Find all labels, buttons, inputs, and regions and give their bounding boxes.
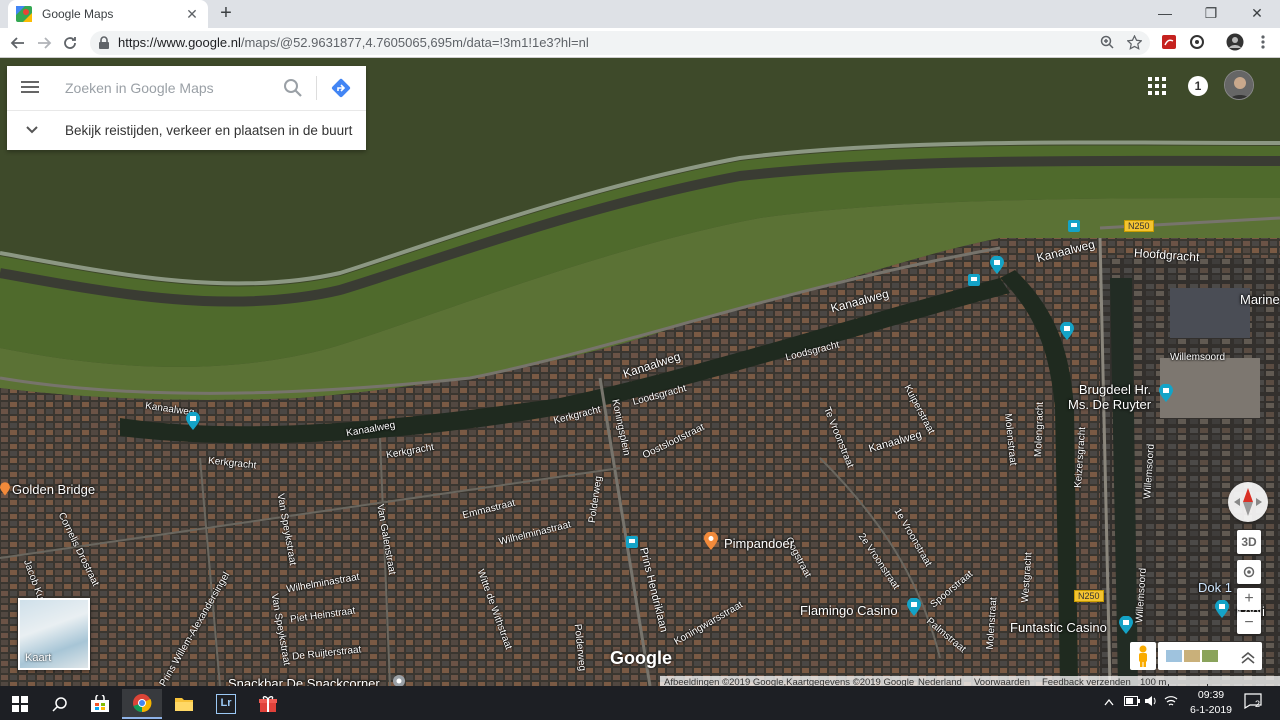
clock-date: 6-1-2019	[1189, 704, 1233, 716]
account-avatar[interactable]	[1224, 70, 1254, 100]
clock-time: 09:39	[1197, 689, 1225, 701]
zoom-in-button[interactable]: +	[1237, 588, 1261, 610]
chevron-down-icon	[26, 126, 38, 134]
pdf-extension-icon[interactable]	[1160, 34, 1178, 52]
casino-pin-icon[interactable]	[906, 598, 922, 616]
wifi-icon[interactable]	[1164, 695, 1178, 710]
browser-tab-bar: Google Maps ✕ + — ❐ ✕	[0, 0, 1280, 28]
extension-icon[interactable]	[1188, 34, 1206, 52]
poi-pin-icon[interactable]	[990, 256, 1004, 274]
road-shield-n250: N250	[1074, 590, 1104, 602]
country-link[interactable]: Nederland	[918, 677, 962, 686]
explore-nearby-label: Bekijk reistijden, verkeer en plaatsen i…	[65, 123, 353, 138]
road-shield-n250: N250	[1124, 220, 1154, 232]
window-minimize-button[interactable]: —	[1142, 0, 1188, 28]
zoom-out-button[interactable]: −	[1237, 612, 1261, 634]
poi-pin-icon[interactable]	[1060, 322, 1074, 340]
address-bar[interactable]: https://www.google.nl/maps/@52.9631877,4…	[90, 31, 1150, 55]
directions-icon[interactable]	[330, 77, 352, 99]
poi-pin-icon[interactable]	[186, 412, 200, 430]
poi-label-pimpandoer[interactable]: Pimpandoer	[724, 536, 794, 551]
search-input[interactable]	[65, 77, 275, 99]
chrome-menu-icon[interactable]	[1254, 34, 1272, 52]
food-pin-icon[interactable]	[704, 532, 718, 550]
browser-toolbar: https://www.google.nl/maps/@52.9631877,4…	[0, 28, 1280, 58]
tray-expand-icon[interactable]	[1104, 695, 1114, 709]
street-view-pegman[interactable]	[1130, 642, 1156, 670]
lightroom-label: Lr	[216, 694, 236, 714]
tab-close-icon[interactable]: ✕	[184, 6, 200, 23]
food-pin-icon[interactable]	[0, 480, 10, 498]
search-row	[7, 66, 366, 110]
gift-app-icon[interactable]	[248, 689, 288, 719]
feedback-link[interactable]: Feedback verzenden	[1042, 677, 1131, 686]
poi-pin-icon[interactable]	[1214, 600, 1230, 618]
url-text: https://www.google.nl/maps/@52.9631877,4…	[118, 35, 589, 50]
explore-nearby-row[interactable]: Bekijk reistijden, verkeer en plaatsen i…	[7, 110, 366, 150]
food-pin-icon[interactable]	[392, 674, 406, 686]
map-type-label: Kaart	[25, 652, 52, 664]
map-type-toggle[interactable]: Kaart	[18, 598, 90, 670]
bookmark-star-icon[interactable]	[1125, 34, 1143, 53]
scale-label: 100 m	[1140, 677, 1167, 686]
chrome-taskbar-icon[interactable]	[122, 689, 162, 719]
windows-start-icon[interactable]	[0, 689, 40, 719]
search-panel: Bekijk reistijden, verkeer en plaatsen i…	[7, 66, 366, 150]
poi-label-dok[interactable]: Dok 1	[1198, 580, 1232, 595]
search-icon[interactable]	[283, 78, 303, 98]
tab-title: Google Maps	[42, 7, 114, 21]
back-arrow-icon[interactable]	[6, 31, 30, 55]
street-label: Molengracht	[1033, 401, 1046, 458]
search-divider	[316, 76, 317, 100]
map-viewport[interactable]: Bekijk reistijden, verkeer en plaatsen i…	[0, 58, 1280, 686]
my-location-button[interactable]	[1237, 560, 1261, 584]
compass-icon[interactable]	[1228, 482, 1268, 522]
bus-stop-icon[interactable]	[968, 274, 980, 286]
profile-avatar-icon[interactable]	[1226, 33, 1244, 51]
volume-icon[interactable]	[1144, 695, 1158, 710]
google-logo: Google	[610, 648, 672, 668]
battery-icon[interactable]	[1124, 695, 1140, 709]
my-location-icon	[1243, 566, 1255, 578]
bus-stop-icon[interactable]	[626, 536, 638, 548]
pegman-icon	[1139, 645, 1147, 667]
bus-stop-icon[interactable]	[1068, 220, 1080, 232]
google-maps-favicon-icon	[16, 6, 32, 22]
file-explorer-icon[interactable]	[164, 689, 204, 719]
zoom-icon[interactable]	[1098, 35, 1116, 53]
search-icon[interactable]	[40, 689, 80, 719]
street-label: Willemsoord	[1170, 352, 1226, 363]
window-close-button[interactable]: ✕	[1234, 0, 1280, 28]
casino-pin-icon[interactable]	[1118, 616, 1134, 634]
terms-link[interactable]: Voorwaarden	[974, 677, 1030, 686]
poi-label-brugdeel[interactable]: Brugdeel Hr. Ms. De Ruyter	[1068, 382, 1151, 412]
poi-label-flamingo[interactable]: Flamingo Casino	[800, 603, 898, 618]
poi-label-funtastic[interactable]: Funtastic Casino	[1010, 620, 1107, 635]
poi-label-golden-bridge[interactable]: Golden Bridge	[12, 482, 95, 497]
3d-toggle-button[interactable]: 3D	[1237, 530, 1261, 554]
new-tab-button[interactable]: +	[214, 2, 238, 26]
map-footer: Afbeeldingen ©2019 Google,Kaartgegevens …	[660, 676, 1280, 686]
window-maximize-button[interactable]: ❐	[1188, 0, 1234, 28]
reload-icon[interactable]	[58, 31, 82, 55]
google-apps-grid-icon[interactable]	[1148, 77, 1166, 95]
expand-chevron-icon	[1241, 651, 1255, 664]
action-center-count: 2	[1255, 699, 1261, 709]
windows-taskbar: Lr 09:39 6-1-2019 2	[0, 686, 1280, 720]
lock-icon	[99, 36, 109, 49]
menu-hamburger-icon[interactable]	[21, 78, 43, 98]
monument-pin-icon[interactable]	[1158, 384, 1174, 402]
imagery-attribution: Afbeeldingen ©2019 Google,Kaartgegevens …	[664, 677, 915, 686]
forward-arrow-icon[interactable]	[32, 31, 56, 55]
poi-label-snackbar[interactable]: Snackbar De Snackcorner	[228, 676, 380, 686]
notifications-badge[interactable]: 1	[1188, 76, 1208, 96]
lightroom-icon[interactable]: Lr	[206, 689, 246, 719]
store-icon[interactable]	[80, 689, 120, 719]
action-center-icon[interactable]: 2	[1244, 693, 1262, 712]
system-clock[interactable]: 09:39 6-1-2019	[1186, 688, 1236, 718]
imagery-strip[interactable]	[1158, 642, 1262, 670]
poi-label-marine[interactable]: Marine	[1240, 292, 1280, 307]
tab-google-maps[interactable]: Google Maps ✕	[8, 0, 208, 28]
